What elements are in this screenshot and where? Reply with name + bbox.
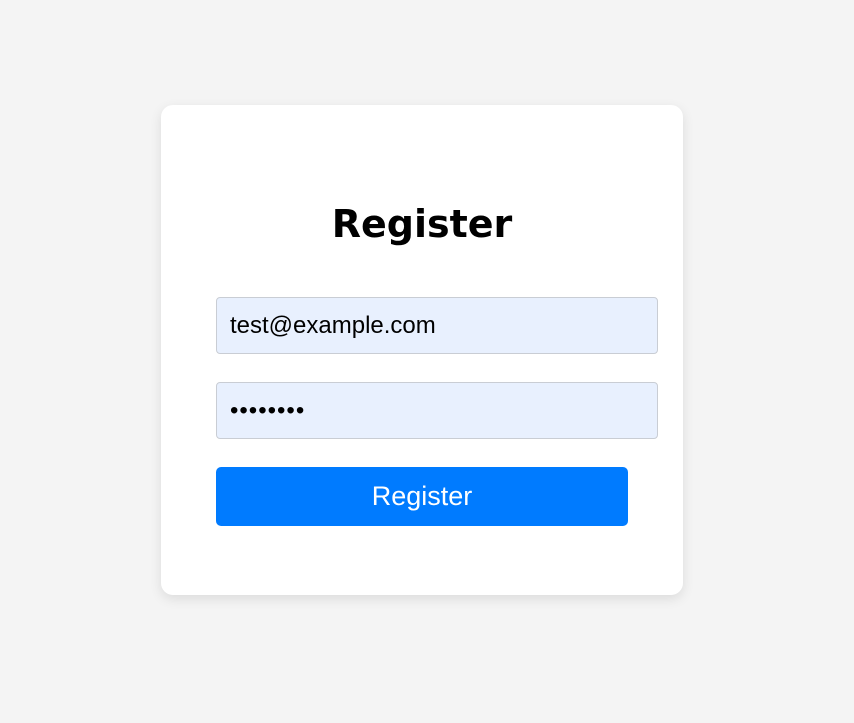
register-card: Register Register (161, 105, 683, 595)
password-field[interactable] (216, 382, 658, 439)
page-title: Register (331, 202, 513, 246)
register-button[interactable]: Register (216, 467, 628, 526)
email-field[interactable] (216, 297, 658, 354)
